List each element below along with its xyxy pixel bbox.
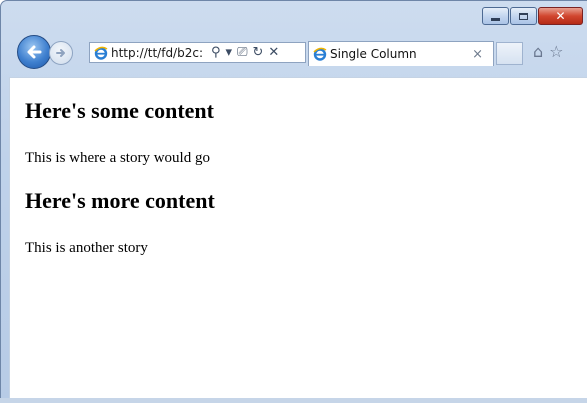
search-icon[interactable]: ⚲	[211, 45, 221, 60]
close-window-button[interactable]: ✕	[538, 7, 583, 25]
section-heading: Here's more content	[25, 188, 215, 213]
address-tools: ⚲ ▾ ⎚ ↻ ✕	[211, 45, 284, 60]
arrow-right-icon	[56, 49, 65, 57]
section-heading: Here's some content	[25, 98, 214, 123]
maximize-icon	[519, 12, 528, 20]
window-bottom-border	[0, 398, 587, 403]
maximize-button[interactable]	[510, 7, 537, 25]
home-icon[interactable]: ⌂	[533, 42, 543, 61]
section-body: This is where a story would go	[25, 150, 210, 166]
back-button[interactable]	[17, 35, 51, 69]
page-content: Here's some content This is where a stor…	[9, 77, 587, 400]
tab-title: Single Column	[330, 47, 417, 61]
tab-single-column[interactable]: Single Column ×	[308, 41, 494, 66]
minimize-icon	[491, 17, 500, 21]
address-bar[interactable]: http://tt/fd/b2c: ⚲ ▾ ⎚ ↻ ✕	[89, 42, 306, 63]
favorites-icon[interactable]: ☆	[549, 42, 563, 61]
window-caption-buttons: ✕	[482, 7, 584, 26]
command-icons: ⌂ ☆	[533, 42, 570, 61]
section-body: This is another story	[25, 240, 148, 256]
ie-logo-icon	[94, 46, 108, 60]
stop-icon[interactable]: ✕	[268, 45, 279, 60]
refresh-icon[interactable]: ↻	[252, 45, 263, 60]
tab-close-icon[interactable]: ×	[472, 47, 483, 62]
tab-ie-logo-icon	[313, 47, 327, 61]
browser-window-frame: ✕ http://tt/fd/b2c: ⚲ ▾ ⎚ ↻ ✕ Single Col…	[0, 0, 587, 403]
address-url[interactable]: http://tt/fd/b2c:	[111, 46, 209, 60]
forward-button[interactable]	[49, 41, 73, 65]
arrow-left-icon	[27, 45, 42, 59]
new-tab-button[interactable]	[496, 42, 523, 65]
minimize-button[interactable]	[482, 7, 509, 25]
compatibility-view-icon[interactable]: ⎚	[237, 45, 247, 60]
close-icon: ✕	[555, 9, 566, 23]
dropdown-icon[interactable]: ▾	[226, 45, 233, 60]
